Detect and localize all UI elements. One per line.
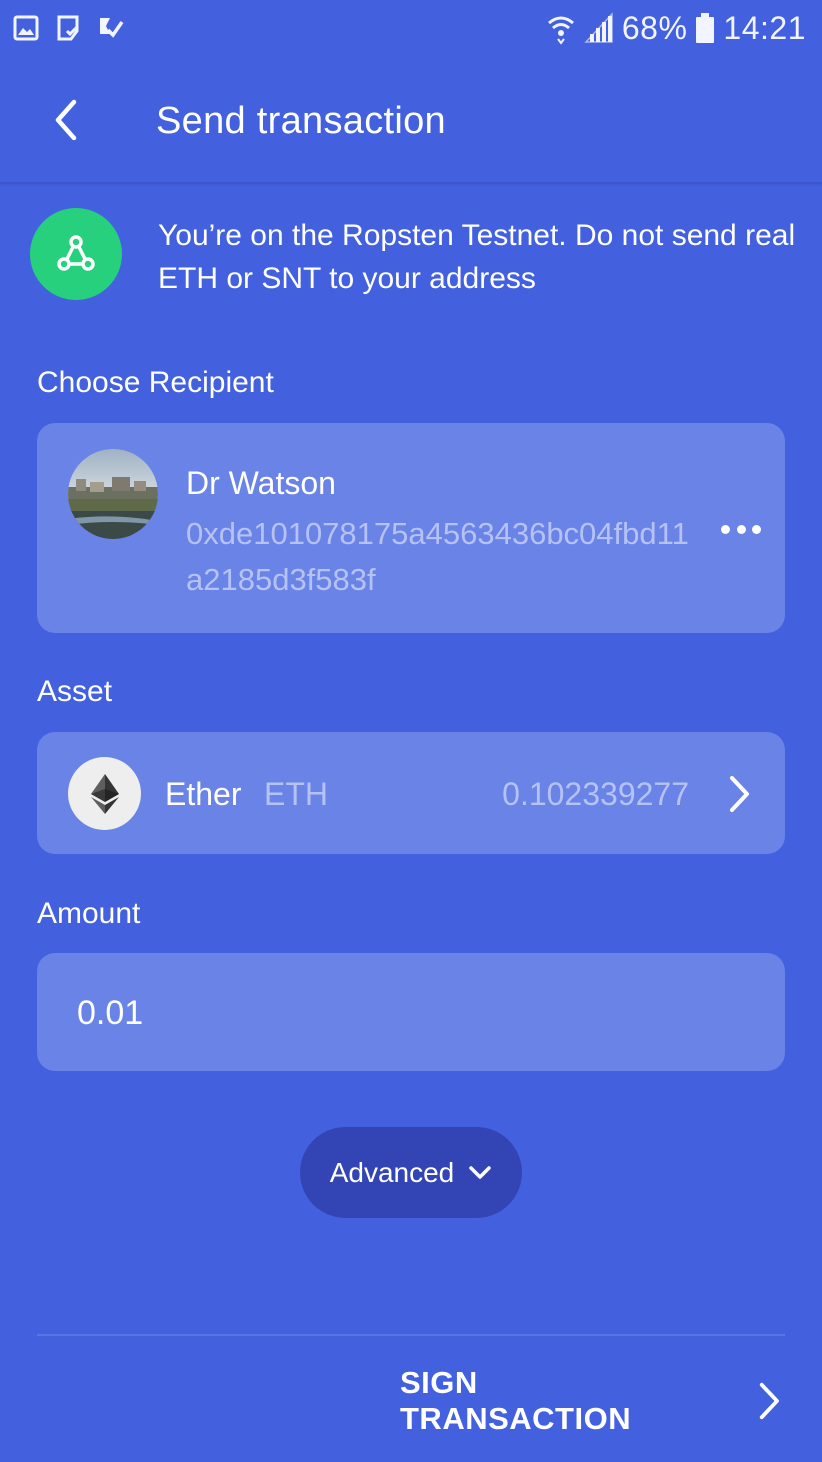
- signal-icon: [584, 12, 613, 43]
- wifi-icon: [547, 16, 574, 45]
- network-warning-text: You’re on the Ropsten Testnet. Do not se…: [158, 219, 796, 295]
- battery-percent: 68%: [621, 9, 688, 46]
- chevron-down-icon: [469, 1165, 492, 1179]
- advanced-label: Advanced: [329, 1156, 455, 1188]
- asset-selector[interactable]: Ether ETH 0.102339277: [37, 732, 785, 854]
- battery-icon: [696, 13, 715, 43]
- ethereum-icon: [90, 773, 119, 814]
- network-badge: [30, 208, 122, 300]
- recipient-section-label: Choose Recipient: [37, 366, 274, 399]
- recipient-name: Dr Watson: [186, 465, 336, 501]
- status-bar: 68% 14:21: [0, 0, 822, 56]
- footer-divider: [37, 1334, 785, 1336]
- recipient-card[interactable]: Dr Watson 0xde101078175a4563436bc04fbd11…: [37, 423, 785, 633]
- status-time: 14:21: [723, 9, 806, 46]
- back-button[interactable]: [38, 88, 94, 152]
- status-bar-notifications: [12, 14, 124, 42]
- chevron-left-icon: [55, 99, 77, 141]
- sign-transaction-button[interactable]: SIGN TRANSACTION: [400, 1365, 800, 1436]
- asset-icon-container: [68, 757, 141, 830]
- clipboard-check-icon: [57, 15, 79, 41]
- asset-name: Ether: [165, 776, 242, 812]
- app-header: Send transaction: [0, 56, 822, 184]
- amount-field-container: [37, 953, 785, 1071]
- flag-check-icon: [100, 18, 124, 38]
- amount-input[interactable]: [77, 989, 737, 1037]
- more-horizontal-icon: [721, 524, 730, 534]
- asset-balance: 0.102339277: [502, 776, 689, 812]
- asset-section-label: Asset: [37, 675, 113, 708]
- more-options-button[interactable]: [721, 521, 761, 537]
- sign-transaction-label: SIGN TRANSACTION: [400, 1365, 632, 1436]
- chevron-right-icon: [730, 776, 749, 812]
- network-nodes-icon: [57, 235, 95, 271]
- asset-symbol: ETH: [264, 776, 328, 812]
- page-title: Send transaction: [156, 100, 446, 142]
- avatar-photo: [68, 449, 158, 539]
- advanced-button[interactable]: Advanced: [300, 1127, 522, 1218]
- recipient-address: 0xde101078175a4563436bc04fbd11a2185d3f58…: [186, 516, 689, 597]
- gallery-icon: [13, 15, 39, 41]
- chevron-right-icon: [760, 1382, 780, 1420]
- avatar: [68, 449, 158, 539]
- amount-section-label: Amount: [37, 897, 141, 930]
- status-bar-system: 68% 14:21: [546, 8, 806, 48]
